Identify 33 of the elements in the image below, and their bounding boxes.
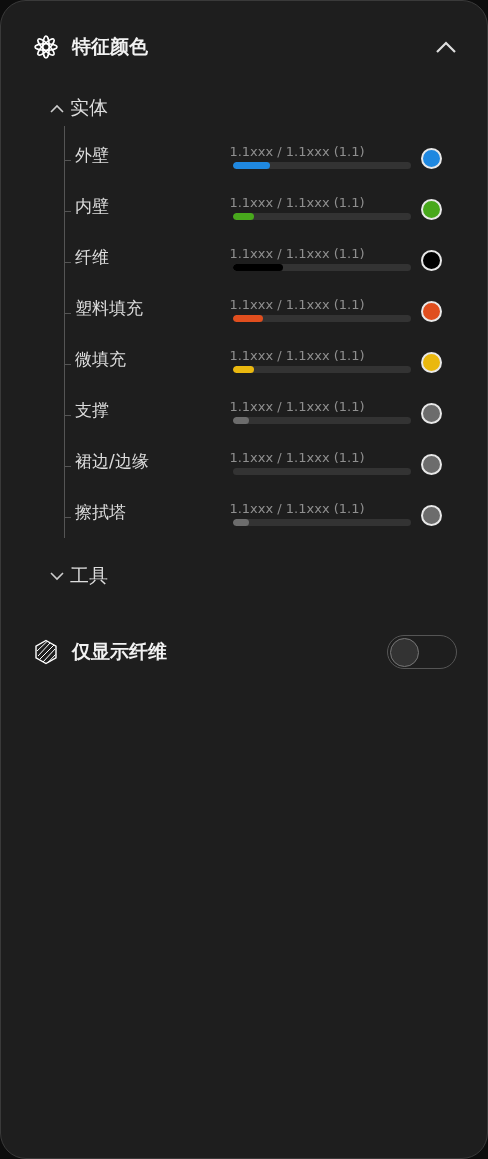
color-swatch[interactable] xyxy=(421,403,442,424)
feature-label: 擦拭塔 xyxy=(75,501,127,524)
hexagon-icon xyxy=(33,639,59,665)
group-header[interactable]: 实体 xyxy=(50,90,108,126)
feature-label: 纤维 xyxy=(75,246,110,269)
color-swatch[interactable] xyxy=(421,250,442,271)
usage-reading: 1.1xxx / 1.1xxx (1.1) xyxy=(229,450,365,465)
panel-title: 特征颜色 xyxy=(72,34,149,59)
usage-reading: 1.1xxx / 1.1xxx (1.1) xyxy=(229,501,365,516)
usage-reading: 1.1xxx / 1.1xxx (1.1) xyxy=(229,399,365,414)
usage-reading: 1.1xxx / 1.1xxx (1.1) xyxy=(229,144,365,159)
option-label: 仅显示纤维 xyxy=(72,639,168,664)
color-swatch[interactable] xyxy=(421,199,442,220)
usage-reading: 1.1xxx / 1.1xxx (1.1) xyxy=(229,297,365,312)
chevron-up-icon[interactable] xyxy=(435,40,457,54)
chevron-up-icon xyxy=(50,103,64,113)
color-swatch[interactable] xyxy=(421,148,442,169)
usage-reading: 1.1xxx / 1.1xxx (1.1) xyxy=(229,348,365,363)
feature-label: 裙边/边缘 xyxy=(75,450,150,473)
color-swatch[interactable] xyxy=(421,505,442,526)
color-swatch[interactable] xyxy=(421,352,442,373)
chevron-down-icon xyxy=(50,571,64,581)
group-header[interactable]: 工具 xyxy=(50,558,108,594)
feature-label: 内壁 xyxy=(75,195,110,218)
flower-icon xyxy=(33,34,59,60)
feature-label: 塑料填充 xyxy=(75,297,144,320)
feature-label: 外壁 xyxy=(75,144,110,167)
usage-reading: 1.1xxx / 1.1xxx (1.1) xyxy=(229,246,365,261)
color-swatch[interactable] xyxy=(421,454,442,475)
feature-label: 支撑 xyxy=(75,399,110,422)
feature-label: 微填充 xyxy=(75,348,127,371)
usage-reading: 1.1xxx / 1.1xxx (1.1) xyxy=(229,195,365,210)
color-swatch[interactable] xyxy=(421,301,442,322)
